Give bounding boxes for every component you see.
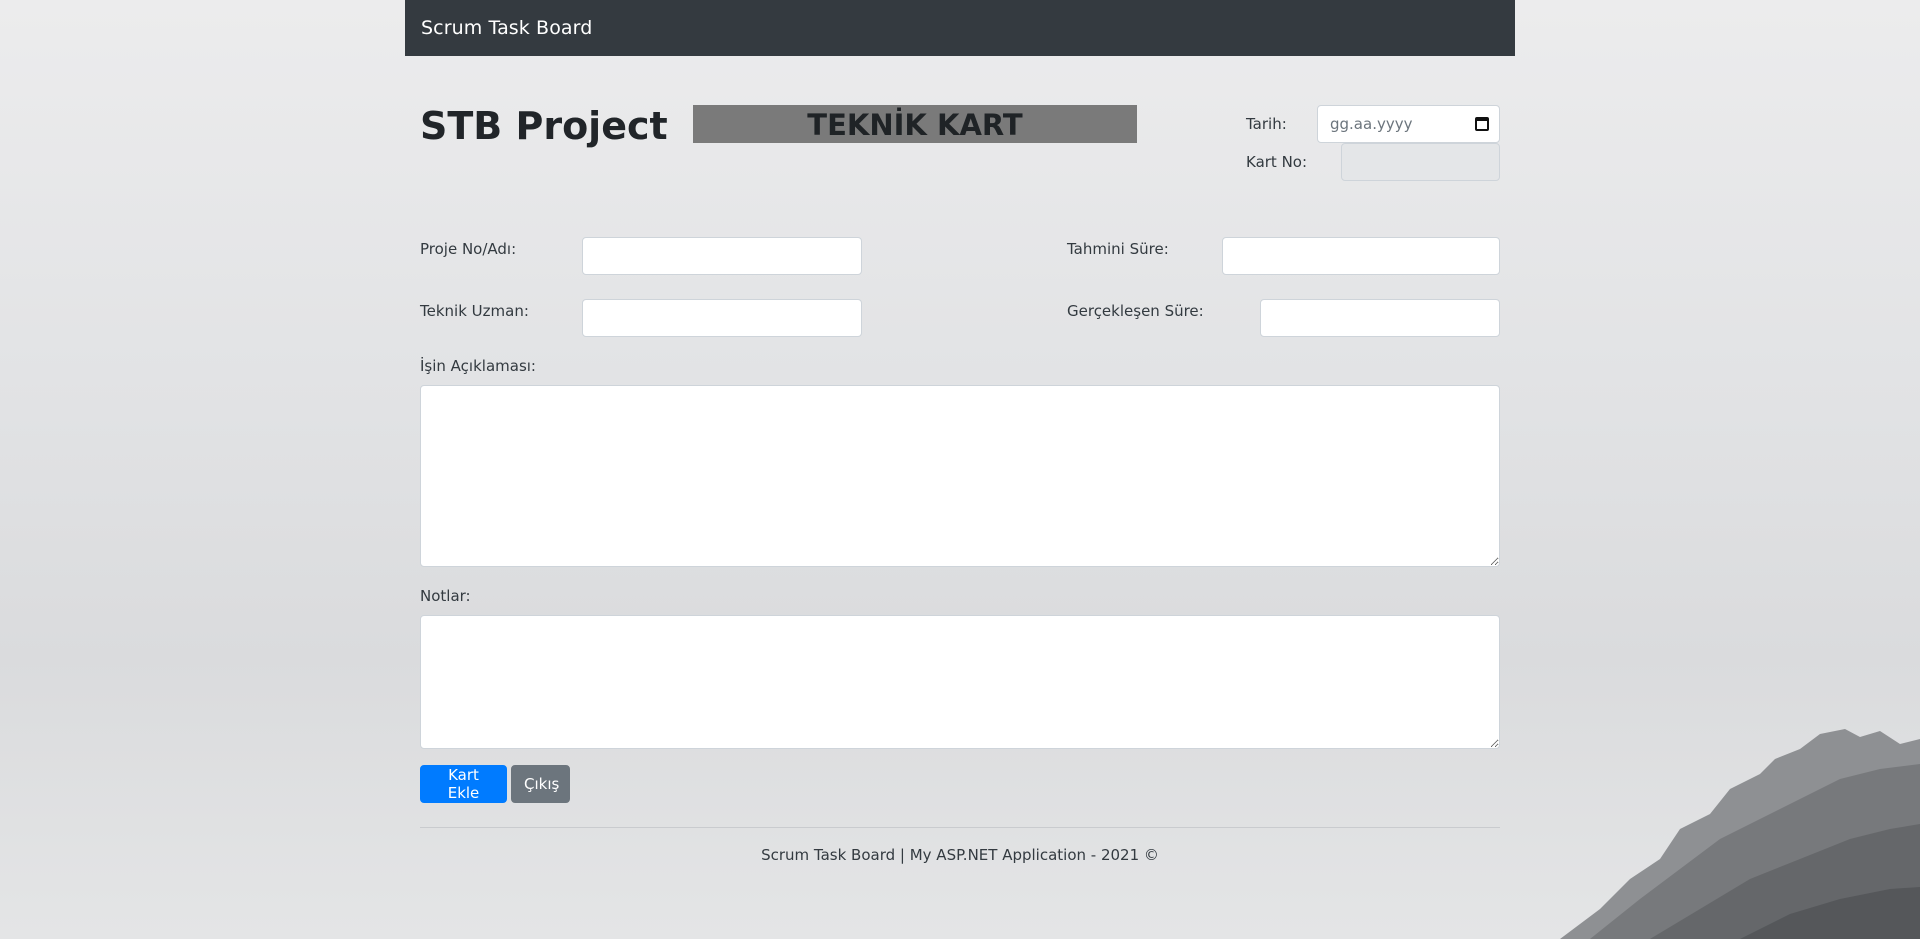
- description-textarea[interactable]: [420, 385, 1500, 567]
- notes-label: Notlar:: [420, 587, 471, 605]
- card-number-field[interactable]: [1341, 143, 1500, 181]
- exit-button[interactable]: Çıkış: [511, 765, 570, 803]
- navbar-brand-link[interactable]: Scrum Task Board: [421, 17, 592, 39]
- project-label: Proje No/Adı:: [420, 240, 517, 258]
- estimated-time-label: Tahmini Süre:: [1067, 240, 1169, 258]
- card-number-label: Kart No:: [1246, 153, 1308, 171]
- description-label: İşin Açıklaması:: [420, 357, 536, 375]
- technical-expert-label: Teknik Uzman:: [420, 302, 529, 320]
- date-label: Tarih:: [1246, 115, 1287, 133]
- add-card-button[interactable]: Kart Ekle: [420, 765, 507, 803]
- estimated-time-input[interactable]: [1222, 237, 1500, 275]
- notes-textarea[interactable]: [420, 615, 1500, 749]
- footer-divider: [420, 827, 1500, 828]
- date-placeholder: gg.aa.yyyy: [1330, 115, 1413, 133]
- navbar: Scrum Task Board: [405, 0, 1515, 56]
- background-rock-image: [1560, 729, 1920, 939]
- date-input[interactable]: gg.aa.yyyy: [1317, 105, 1500, 143]
- actual-time-input[interactable]: [1260, 299, 1500, 337]
- technical-expert-input[interactable]: [582, 299, 862, 337]
- project-input[interactable]: [582, 237, 862, 275]
- actual-time-label: Gerçekleşen Süre:: [1067, 302, 1204, 320]
- card-type-banner: TEKNİK KART: [693, 105, 1137, 143]
- page-container: Scrum Task Board STB Project TEKNİK KART…: [405, 0, 1515, 939]
- calendar-icon[interactable]: [1475, 117, 1489, 131]
- page-title: STB Project: [420, 104, 668, 148]
- footer-text: Scrum Task Board | My ASP.NET Applicatio…: [761, 846, 1159, 864]
